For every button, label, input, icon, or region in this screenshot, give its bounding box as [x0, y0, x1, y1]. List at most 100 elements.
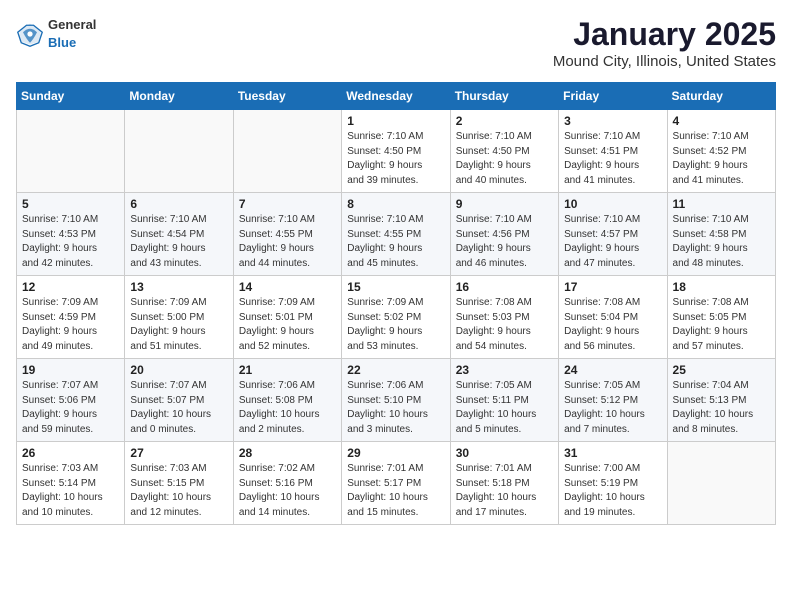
day-number: 29 [347, 446, 444, 460]
day-info: Sunrise: 7:09 AM Sunset: 5:01 PM Dayligh… [239, 296, 336, 354]
day-info: Sunrise: 7:01 AM Sunset: 5:18 PM Dayligh… [456, 462, 553, 520]
calendar-cell: 26Sunrise: 7:03 AM Sunset: 5:14 PM Dayli… [17, 442, 125, 525]
day-info: Sunrise: 7:05 AM Sunset: 5:12 PM Dayligh… [564, 379, 661, 437]
day-number: 24 [564, 363, 661, 377]
day-number: 15 [347, 280, 444, 294]
calendar-cell: 2 Sunrise: 7:10 AM Sunset: 4:50 PM Daylig… [450, 110, 558, 193]
calendar-cell: 4 Sunrise: 7:10 AM Sunset: 4:52 PM Daylig… [667, 110, 775, 193]
calendar-week-row: 5 Sunrise: 7:10 AM Sunset: 4:53 PM Daylig… [17, 193, 776, 276]
calendar-header-tuesday: Tuesday [233, 83, 341, 110]
day-info: Sunrise: 7:10 AM Sunset: 4:58 PM Dayligh… [673, 213, 770, 271]
day-number: 6 [130, 197, 227, 211]
calendar-header-row: SundayMondayTuesdayWednesdayThursdayFrid… [17, 83, 776, 110]
day-number: 23 [456, 363, 553, 377]
calendar-week-row: 26Sunrise: 7:03 AM Sunset: 5:14 PM Dayli… [17, 442, 776, 525]
calendar-week-row: 1 Sunrise: 7:10 AM Sunset: 4:50 PM Daylig… [17, 110, 776, 193]
day-info: Sunrise: 7:09 AM Sunset: 5:02 PM Dayligh… [347, 296, 444, 354]
day-number: 22 [347, 363, 444, 377]
day-info: Sunrise: 7:03 AM Sunset: 5:15 PM Dayligh… [130, 462, 227, 520]
day-info: Sunrise: 7:10 AM Sunset: 4:55 PM Dayligh… [239, 213, 336, 271]
day-number: 7 [239, 197, 336, 211]
day-number: 9 [456, 197, 553, 211]
calendar-cell: 15 Sunrise: 7:09 AM Sunset: 5:02 PM Dayli… [342, 276, 450, 359]
day-number: 11 [673, 197, 770, 211]
day-number: 25 [673, 363, 770, 377]
logo-general: General [48, 17, 96, 32]
calendar-cell: 12 Sunrise: 7:09 AM Sunset: 4:59 PM Dayli… [17, 276, 125, 359]
calendar-cell: 5 Sunrise: 7:10 AM Sunset: 4:53 PM Daylig… [17, 193, 125, 276]
day-number: 5 [22, 197, 119, 211]
day-info: Sunrise: 7:10 AM Sunset: 4:50 PM Dayligh… [347, 130, 444, 188]
day-info: Sunrise: 7:06 AM Sunset: 5:08 PM Dayligh… [239, 379, 336, 437]
day-number: 13 [130, 280, 227, 294]
day-info: Sunrise: 7:09 AM Sunset: 4:59 PM Dayligh… [22, 296, 119, 354]
calendar-cell: 23 Sunrise: 7:05 AM Sunset: 5:11 PM Dayli… [450, 359, 558, 442]
day-info: Sunrise: 7:00 AM Sunset: 5:19 PM Dayligh… [564, 462, 661, 520]
calendar-cell: 3 Sunrise: 7:10 AM Sunset: 4:51 PM Daylig… [559, 110, 667, 193]
calendar-cell: 17 Sunrise: 7:08 AM Sunset: 5:04 PM Dayli… [559, 276, 667, 359]
calendar-week-row: 12 Sunrise: 7:09 AM Sunset: 4:59 PM Dayli… [17, 276, 776, 359]
logo-blue: Blue [48, 35, 76, 50]
day-info: Sunrise: 7:08 AM Sunset: 5:03 PM Dayligh… [456, 296, 553, 354]
logo-text: General Blue [48, 16, 96, 52]
day-info: Sunrise: 7:03 AM Sunset: 5:14 PM Dayligh… [22, 462, 119, 520]
day-info: Sunrise: 7:07 AM Sunset: 5:07 PM Dayligh… [130, 379, 227, 437]
day-number: 18 [673, 280, 770, 294]
day-number: 30 [456, 446, 553, 460]
page-header: General Blue January 2025 Mound City, Il… [16, 16, 776, 70]
calendar-cell: 8 Sunrise: 7:10 AM Sunset: 4:55 PM Daylig… [342, 193, 450, 276]
day-info: Sunrise: 7:10 AM Sunset: 4:54 PM Dayligh… [130, 213, 227, 271]
day-info: Sunrise: 7:05 AM Sunset: 5:11 PM Dayligh… [456, 379, 553, 437]
day-number: 21 [239, 363, 336, 377]
day-number: 12 [22, 280, 119, 294]
day-info: Sunrise: 7:09 AM Sunset: 5:00 PM Dayligh… [130, 296, 227, 354]
day-number: 31 [564, 446, 661, 460]
day-number: 14 [239, 280, 336, 294]
calendar-cell [17, 110, 125, 193]
calendar-cell: 1 Sunrise: 7:10 AM Sunset: 4:50 PM Daylig… [342, 110, 450, 193]
day-number: 20 [130, 363, 227, 377]
day-number: 4 [673, 114, 770, 128]
day-info: Sunrise: 7:10 AM Sunset: 4:55 PM Dayligh… [347, 213, 444, 271]
calendar-cell: 31 Sunrise: 7:00 AM Sunset: 5:19 PM Dayli… [559, 442, 667, 525]
day-info: Sunrise: 7:02 AM Sunset: 5:16 PM Dayligh… [239, 462, 336, 520]
day-number: 16 [456, 280, 553, 294]
day-info: Sunrise: 7:04 AM Sunset: 5:13 PM Dayligh… [673, 379, 770, 437]
day-number: 10 [564, 197, 661, 211]
day-info: Sunrise: 7:10 AM Sunset: 4:56 PM Dayligh… [456, 213, 553, 271]
calendar-cell: 14 Sunrise: 7:09 AM Sunset: 5:01 PM Dayli… [233, 276, 341, 359]
calendar-cell: 10 Sunrise: 7:10 AM Sunset: 4:57 PM Dayli… [559, 193, 667, 276]
calendar-header-thursday: Thursday [450, 83, 558, 110]
day-info: Sunrise: 7:10 AM Sunset: 4:53 PM Dayligh… [22, 213, 119, 271]
calendar-title: January 2025 [553, 16, 776, 53]
calendar-cell: 28 Sunrise: 7:02 AM Sunset: 5:16 PM Dayli… [233, 442, 341, 525]
day-number: 1 [347, 114, 444, 128]
calendar-cell [667, 442, 775, 525]
day-info: Sunrise: 7:10 AM Sunset: 4:50 PM Dayligh… [456, 130, 553, 188]
day-number: 27 [130, 446, 227, 460]
calendar-cell: 29Sunrise: 7:01 AM Sunset: 5:17 PM Dayli… [342, 442, 450, 525]
calendar-cell: 7 Sunrise: 7:10 AM Sunset: 4:55 PM Daylig… [233, 193, 341, 276]
day-info: Sunrise: 7:08 AM Sunset: 5:05 PM Dayligh… [673, 296, 770, 354]
day-number: 8 [347, 197, 444, 211]
day-number: 28 [239, 446, 336, 460]
calendar-cell: 22Sunrise: 7:06 AM Sunset: 5:10 PM Dayli… [342, 359, 450, 442]
day-info: Sunrise: 7:07 AM Sunset: 5:06 PM Dayligh… [22, 379, 119, 437]
day-info: Sunrise: 7:10 AM Sunset: 4:57 PM Dayligh… [564, 213, 661, 271]
day-number: 2 [456, 114, 553, 128]
day-number: 3 [564, 114, 661, 128]
day-number: 17 [564, 280, 661, 294]
calendar-header-friday: Friday [559, 83, 667, 110]
calendar-cell: 27 Sunrise: 7:03 AM Sunset: 5:15 PM Dayli… [125, 442, 233, 525]
calendar-week-row: 19 Sunrise: 7:07 AM Sunset: 5:06 PM Dayli… [17, 359, 776, 442]
day-info: Sunrise: 7:08 AM Sunset: 5:04 PM Dayligh… [564, 296, 661, 354]
logo: General Blue [16, 16, 96, 52]
calendar-cell: 24 Sunrise: 7:05 AM Sunset: 5:12 PM Dayli… [559, 359, 667, 442]
calendar-header-wednesday: Wednesday [342, 83, 450, 110]
title-block: January 2025 Mound City, Illinois, Unite… [553, 16, 776, 70]
calendar-table: SundayMondayTuesdayWednesdayThursdayFrid… [16, 82, 776, 525]
calendar-cell: 16 Sunrise: 7:08 AM Sunset: 5:03 PM Dayli… [450, 276, 558, 359]
day-info: Sunrise: 7:10 AM Sunset: 4:51 PM Dayligh… [564, 130, 661, 188]
day-number: 19 [22, 363, 119, 377]
day-info: Sunrise: 7:10 AM Sunset: 4:52 PM Dayligh… [673, 130, 770, 188]
